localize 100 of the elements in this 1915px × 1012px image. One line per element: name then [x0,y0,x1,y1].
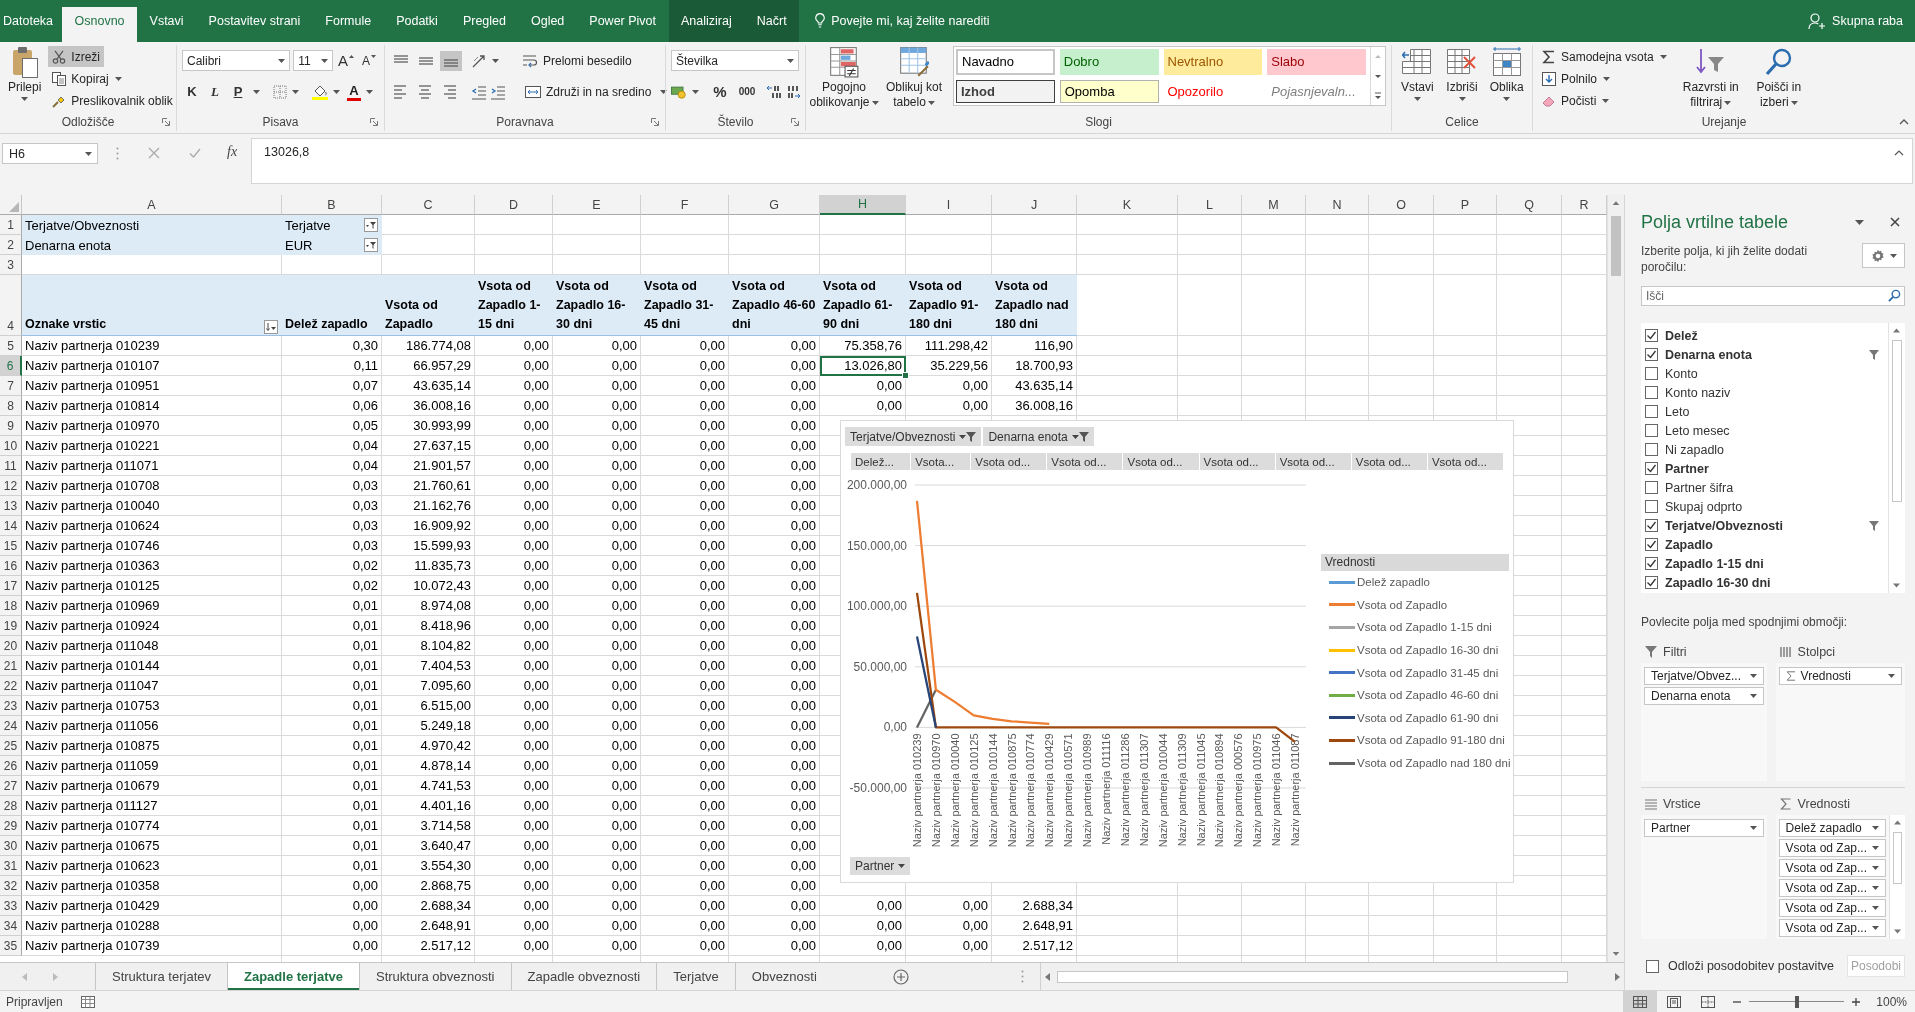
checkbox[interactable] [1645,329,1658,342]
row-header[interactable]: 8 [0,396,22,416]
checkbox[interactable] [1645,462,1658,475]
area-field-button[interactable]: Partner [1644,819,1764,837]
filter-dropdown-icon[interactable] [364,238,378,252]
field-name[interactable]: Delež [1665,328,1888,343]
row-header[interactable]: 27 [0,776,22,796]
vertical-scrollbar[interactable] [1607,195,1624,962]
clear-button[interactable]: Počisti [1538,90,1614,111]
checkbox[interactable] [1645,576,1658,589]
column-header[interactable]: C [382,195,475,215]
field-name[interactable]: Zapadlo 16-30 dni [1665,575,1888,590]
area-field-button[interactable]: Vrednosti [1778,667,1902,685]
scrollbar-thumb[interactable] [1611,216,1621,276]
row-header[interactable]: 17 [0,576,22,596]
column-header[interactable]: G [729,195,820,215]
row-header[interactable]: 29 [0,816,22,836]
ribbon-tab[interactable]: Postavitev strani [196,0,313,42]
field-name[interactable]: Leto [1665,404,1888,419]
checkbox[interactable] [1645,481,1658,494]
row-header[interactable]: 10 [0,436,22,456]
column-header[interactable]: I [906,195,992,215]
area-field-button[interactable]: Vsota od Zap... [1778,899,1886,917]
caret-icon[interactable] [660,89,668,94]
ribbon-tab[interactable]: Power Pivot [576,0,669,42]
field-name[interactable]: Zapadlo 1-15 dni [1665,556,1888,571]
chart-field-button[interactable]: Vsota od... [1047,453,1123,470]
sort-filter-button[interactable]: Razvrsti in filtriraj [1674,45,1747,113]
checkbox[interactable] [1645,519,1658,532]
fill-color-icon[interactable] [312,83,328,100]
decrease-indent-icon[interactable] [471,83,487,100]
formula-field[interactable]: 13026,8 [251,138,1913,184]
row-header[interactable]: 13 [0,496,22,516]
tell-me-field[interactable]: Povejte mi, kaj želite narediti [831,11,1072,31]
zoom-in-icon[interactable] [1852,997,1861,1006]
settings-button[interactable] [1862,243,1905,268]
paste-button[interactable]: Prilepi [5,45,45,113]
number-format-field[interactable]: Številka [671,50,799,71]
field-name[interactable]: Konto [1665,366,1888,381]
cell-style-option[interactable]: Opomba [1059,79,1159,103]
orientation-icon[interactable] [471,52,487,69]
drag-handle-icon[interactable] [1020,970,1024,983]
field-name[interactable]: Leto mesec [1665,423,1888,438]
chart-field-button[interactable]: Vsota od... [1427,453,1503,470]
format-as-table-button[interactable]: Oblikuj kot tabelo [881,45,947,113]
column-header[interactable]: F [641,195,729,215]
ribbon-tab[interactable]: Vstavi [137,0,197,42]
field-name[interactable]: Zapadlo [1665,537,1888,552]
filter-dropdown-icon[interactable] [364,218,378,232]
chart-field-button[interactable]: Vsota od... [1123,453,1199,470]
insert-function-button[interactable]: fx [227,144,238,160]
fill-button[interactable]: Polnilo [1538,68,1615,89]
cell-style-option[interactable]: Pojasnjevaln... [1267,79,1366,103]
caret-icon[interactable] [492,58,499,63]
area-drop-box[interactable]: Partner [1641,815,1767,939]
checkbox-label[interactable]: Odloži posodobitev postavitve [1668,959,1835,973]
vertical-scrollbar[interactable] [1889,815,1905,939]
row-header[interactable]: 31 [0,856,22,876]
cells-button[interactable]: Oblika [1486,45,1527,113]
search-icon[interactable] [1888,289,1901,302]
column-header[interactable]: E [553,195,641,215]
column-header[interactable]: P [1434,195,1497,215]
format-painter-button[interactable]: Preslikovalnik oblik [48,90,177,111]
currency-icon[interactable] [671,83,687,100]
area-field-button[interactable]: Vsota od Zap... [1778,879,1886,897]
row-header[interactable]: 15 [0,536,22,556]
close-icon[interactable] [1890,217,1900,227]
row-header[interactable]: 16 [0,556,22,576]
row-header[interactable]: 25 [0,736,22,756]
ribbon-tab[interactable]: Ogled [518,0,577,42]
shrink-font-button[interactable]: A [359,50,379,71]
chart-field-button[interactable]: Vsota od... [1199,453,1275,470]
underline-button[interactable]: P [228,81,248,102]
row-header[interactable]: 11 [0,456,22,476]
ribbon-tab[interactable]: Pregled [450,0,519,42]
row-header[interactable]: 35 [0,936,22,956]
ribbon-tab[interactable]: Podatki [383,0,451,42]
name-box[interactable]: H6 [2,143,98,164]
scrollbar-thumb[interactable] [1056,970,1568,983]
row-header[interactable]: 5 [0,336,22,356]
checkbox[interactable] [1645,500,1658,513]
row-header[interactable]: 21 [0,656,22,676]
row-header[interactable]: 4 [0,275,22,336]
field-name[interactable]: Partner [1665,461,1888,476]
pane-options-caret-icon[interactable] [1855,219,1864,225]
fill-handle[interactable] [902,372,909,379]
cells-button[interactable]: Vstavi [1397,45,1438,113]
row-header[interactable]: 28 [0,796,22,816]
field-name[interactable]: Partner šifra [1665,480,1888,495]
cut-button[interactable]: Izreži [48,46,105,67]
collapse-formula-bar-icon[interactable] [1894,150,1904,156]
field-name[interactable]: Konto naziv [1665,385,1888,400]
dialog-launcher-icon[interactable] [370,117,378,126]
column-header[interactable]: J [992,195,1077,215]
percent-button[interactable]: % [710,81,730,102]
conditional-formatting-button[interactable]: Pogojno oblikovanje [811,45,877,113]
chart-field-button[interactable]: Delež... [851,453,911,470]
search-field[interactable]: Išči [1641,286,1905,306]
column-header[interactable]: R [1562,195,1607,215]
row-header[interactable]: 18 [0,596,22,616]
